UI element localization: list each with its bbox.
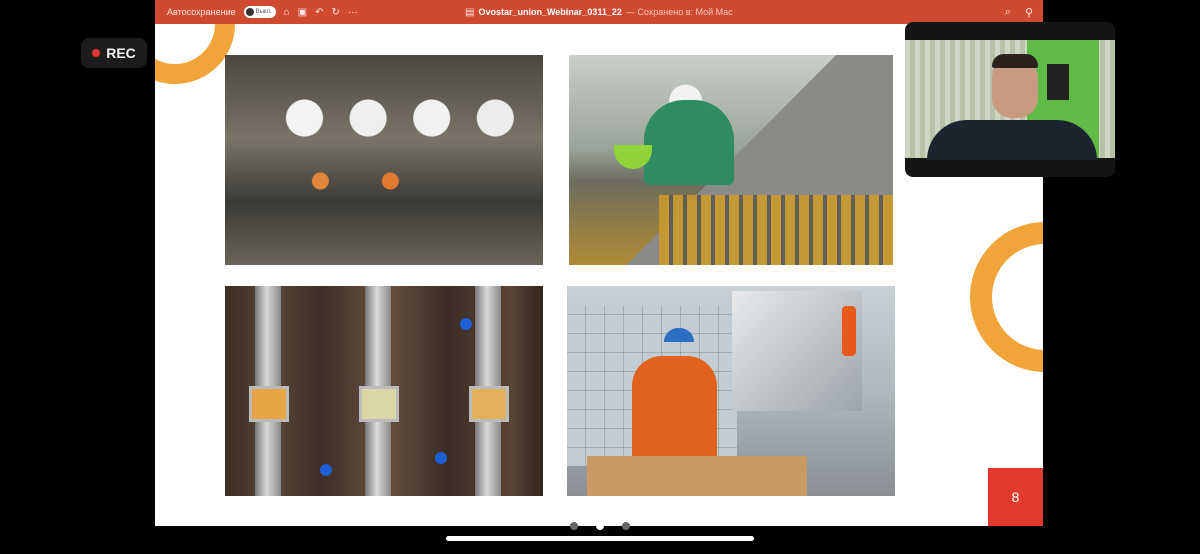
photo-worker-at-production-line (569, 55, 893, 265)
webcam-video-tile[interactable] (905, 22, 1115, 177)
page-dot[interactable] (570, 522, 578, 530)
recording-dot-icon (92, 49, 101, 57)
recording-label: REC (106, 45, 136, 61)
redo-icon[interactable]: ↻ (332, 7, 340, 18)
save-icon[interactable]: ▣ (298, 7, 307, 18)
page-indicator[interactable] (570, 522, 630, 530)
page-dot[interactable] (622, 522, 630, 530)
search-icon[interactable]: ⌕ (1005, 6, 1011, 19)
page-dot-active[interactable] (596, 522, 604, 530)
app-titlebar: Автосохранение Выкл. ⌂ ▣ ↶ ↻ ··· ▤ Ovost… (155, 0, 1043, 24)
share-icon[interactable]: ⚲ (1025, 6, 1033, 19)
photo-egg-processing-machine (225, 55, 543, 265)
autosave-toggle-label: Выкл. (255, 9, 272, 15)
more-icon[interactable]: ··· (348, 7, 358, 18)
autosave-label: Автосохранение (167, 7, 236, 17)
home-indicator-bar[interactable] (446, 536, 754, 541)
slide-number: 8 (988, 468, 1043, 526)
photo-liquid-egg-pipes (225, 286, 543, 496)
autosave-toggle[interactable]: Выкл. (243, 6, 276, 18)
recording-indicator: REC (81, 38, 147, 68)
document-filename: Ovostar_union_Webinar_0311_22 (478, 7, 622, 17)
decorative-ring-right (970, 222, 1043, 372)
home-icon[interactable]: ⌂ (284, 7, 290, 18)
document-icon: ▤ (465, 6, 475, 18)
decorative-ring-top-left (155, 24, 235, 84)
photo-worker-packing-products (567, 286, 895, 496)
undo-icon[interactable]: ↶ (315, 7, 323, 18)
save-status: — Сохранено в: Мой Mac (625, 7, 733, 17)
